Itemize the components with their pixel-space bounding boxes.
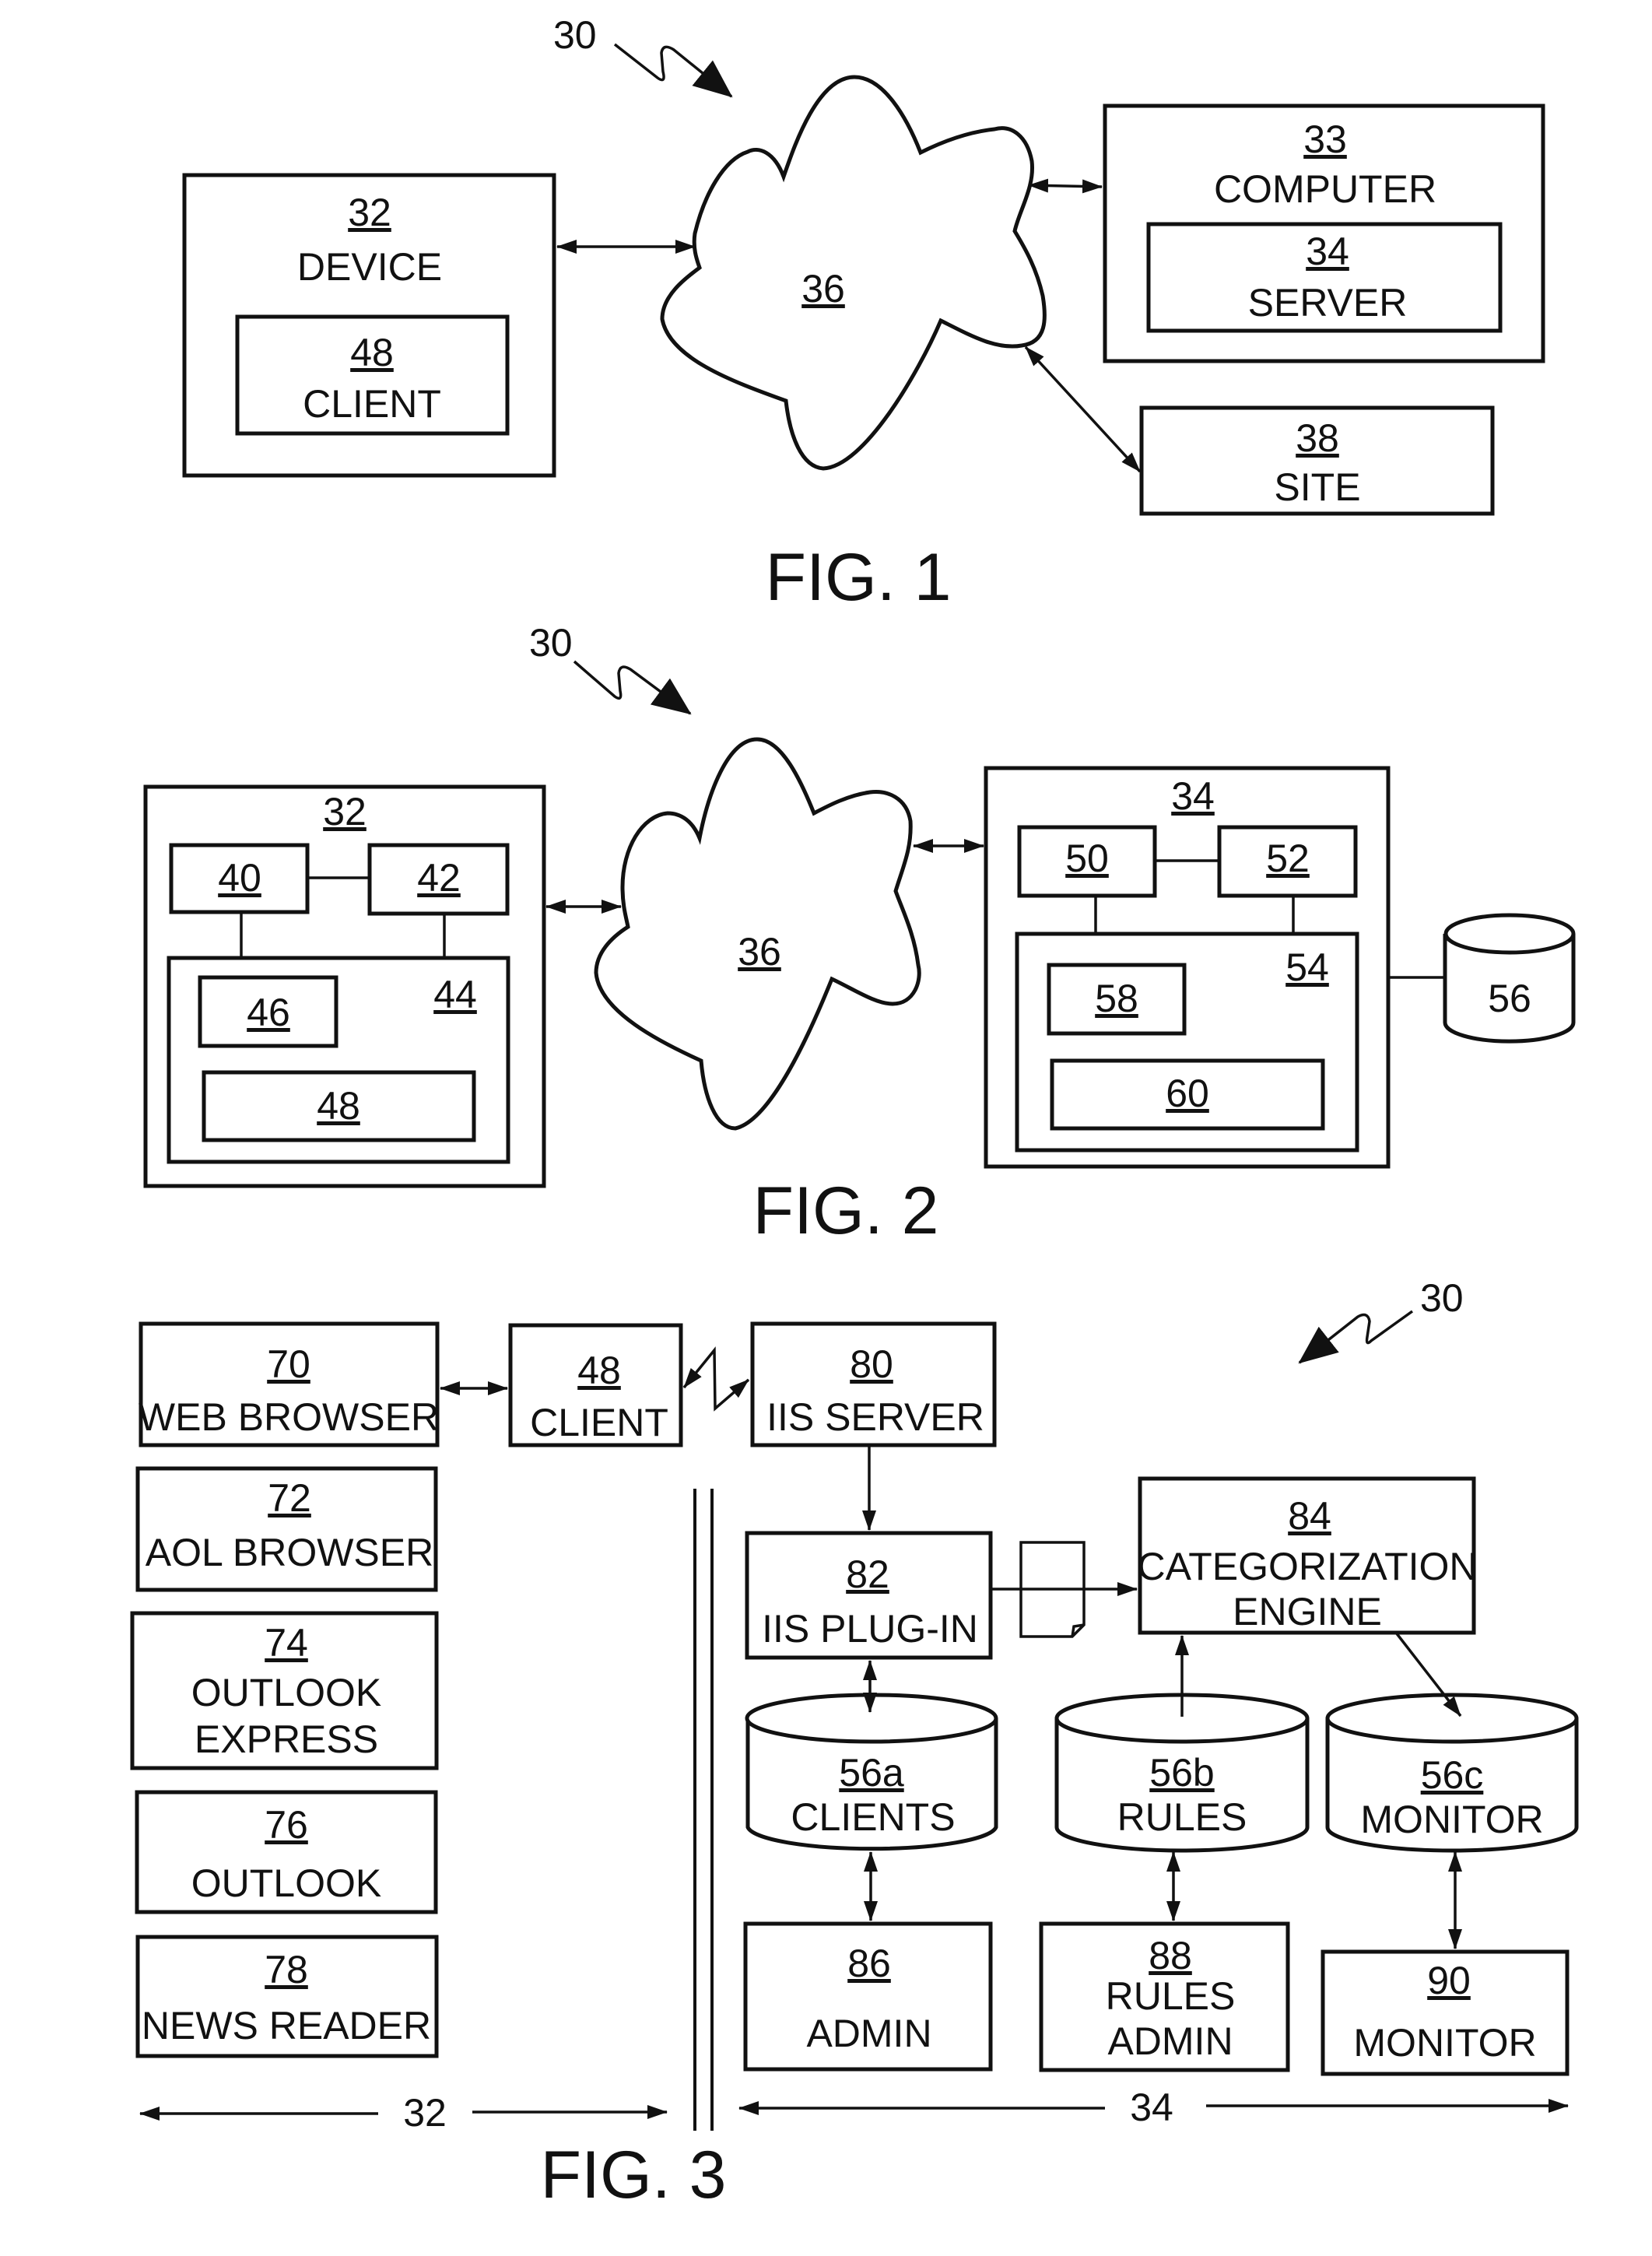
outlook-express-ref: 74: [265, 1621, 308, 1665]
device-ref: 32: [323, 790, 367, 833]
database-rules-ref: 56b: [1149, 1751, 1214, 1795]
database-cylinder: 56: [1443, 913, 1576, 1044]
client-span-label: 32: [403, 2091, 447, 2135]
system-ref-label: 30: [529, 621, 573, 665]
network-cloud: [660, 75, 1047, 471]
news-reader-label: NEWS READER: [142, 2004, 431, 2047]
monitor-ref: 90: [1427, 1959, 1471, 2002]
monitor-label: MONITOR: [1353, 2021, 1536, 2065]
device-ref: 32: [348, 191, 391, 234]
client-label: CLIENT: [530, 1401, 668, 1444]
server-ref: 34: [1171, 774, 1215, 818]
network-ref: 36: [801, 267, 845, 311]
client-ref: 48: [577, 1349, 621, 1392]
client-ref: 48: [350, 331, 394, 374]
computer-ref: 33: [1303, 118, 1347, 161]
categorization-engine-label-1: CATEGORIZATION: [1137, 1545, 1477, 1588]
network-computer-link: [1028, 178, 1103, 194]
database-monitor-cylinder: 56c MONITOR: [1325, 1693, 1579, 1853]
figure-2: 30 32 40 42 44 46 48 36 34 50 52 54 58 6…: [143, 621, 1576, 1248]
component-44-ref: 44: [433, 973, 477, 1016]
rules-admin-label-1: RULES: [1106, 1974, 1236, 2018]
outlook-express-label-1: OUTLOOK: [191, 1671, 381, 1714]
component-50-ref: 50: [1065, 837, 1109, 880]
database-rules-cylinder: 56b RULES: [1054, 1693, 1310, 1853]
database-monitor-label: MONITOR: [1360, 1798, 1543, 1841]
database-ref: 56: [1488, 977, 1531, 1020]
admin-label: ADMIN: [806, 2012, 931, 2055]
system-ref-leader-arrow: [573, 660, 692, 715]
system-ref-leader-arrow: [613, 43, 733, 98]
categorization-engine-label-2: ENGINE: [1233, 1590, 1382, 1633]
client-app-news-reader: 78 NEWS READER: [135, 1935, 439, 2058]
component-42-ref: 42: [417, 856, 461, 900]
iis-plugin-ref: 82: [846, 1553, 889, 1596]
figure-1-caption: FIG. 1: [766, 540, 952, 615]
iis-plugin-label: IIS PLUG-IN: [762, 1607, 978, 1651]
figure-3: 30 70 WEB BROWSER 72 AOL BROWSER 74 OUTL…: [130, 1276, 1579, 2212]
wireless-link-icon: [682, 1346, 750, 1412]
network-ref: 36: [738, 930, 781, 974]
web-browser-label: WEB BROWSER: [139, 1395, 439, 1439]
device-label: DEVICE: [297, 245, 442, 289]
figure-2-caption: FIG. 2: [753, 1174, 939, 1248]
database-clients-cylinder: 56a CLIENTS: [745, 1693, 998, 1851]
patent-drawing-sheet: 30 36 32 DEVICE 48 CLIENT 33 COMPUTER 34…: [130, 13, 1579, 2212]
iis-server-ref: 80: [850, 1342, 893, 1386]
client-app-outlook: 76 OUTLOOK: [135, 1790, 438, 1914]
server-label: SERVER: [1248, 281, 1408, 325]
component-48-ref: 48: [317, 1084, 360, 1128]
database-clients-label: CLIENTS: [791, 1795, 955, 1839]
aol-browser-label: AOL BROWSER: [146, 1531, 433, 1574]
rules-admin-ref: 88: [1149, 1934, 1192, 1977]
database-rules-label: RULES: [1117, 1795, 1247, 1839]
site-label: SITE: [1274, 465, 1360, 509]
admin-ref: 86: [847, 1942, 891, 1985]
outlook-label: OUTLOOK: [191, 1861, 381, 1905]
computer-label: COMPUTER: [1214, 167, 1436, 211]
component-58-ref: 58: [1095, 977, 1138, 1020]
database-clients-ref: 56a: [839, 1751, 904, 1795]
network-site-link: [1024, 346, 1142, 473]
client-label: CLIENT: [303, 382, 441, 426]
database-monitor-ref: 56c: [1421, 1753, 1484, 1797]
server-ref: 34: [1306, 230, 1349, 273]
system-ref-label: 30: [553, 13, 597, 57]
component-54-ref: 54: [1285, 946, 1329, 989]
aol-browser-ref: 72: [268, 1476, 311, 1520]
rules-admin-label-2: ADMIN: [1107, 2019, 1233, 2063]
categorization-engine-ref: 84: [1288, 1494, 1331, 1538]
web-browser-ref: 70: [267, 1342, 310, 1386]
system-ref-leader-arrow: [1298, 1310, 1414, 1364]
server-span-label: 34: [1130, 2086, 1173, 2129]
iis-server-label: IIS SERVER: [766, 1395, 984, 1439]
figure-1: 30 36 32 DEVICE 48 CLIENT 33 COMPUTER 34…: [182, 13, 1545, 615]
component-40-ref: 40: [218, 856, 261, 900]
client-app-web-browser: 70 WEB BROWSER: [139, 1321, 440, 1447]
client-app-aol-browser: 72 AOL BROWSER: [135, 1466, 438, 1592]
site-ref: 38: [1296, 416, 1339, 460]
outlook-express-label-2: EXPRESS: [195, 1717, 378, 1761]
system-ref-label: 30: [1420, 1276, 1464, 1320]
client-app-outlook-express: 74 OUTLOOK EXPRESS: [130, 1611, 439, 1770]
component-52-ref: 52: [1266, 837, 1310, 880]
outlook-ref: 76: [265, 1803, 308, 1847]
news-reader-ref: 78: [265, 1948, 308, 1991]
component-60-ref: 60: [1166, 1072, 1209, 1115]
figure-3-caption: FIG. 3: [541, 2138, 727, 2212]
component-46-ref: 46: [247, 991, 290, 1034]
